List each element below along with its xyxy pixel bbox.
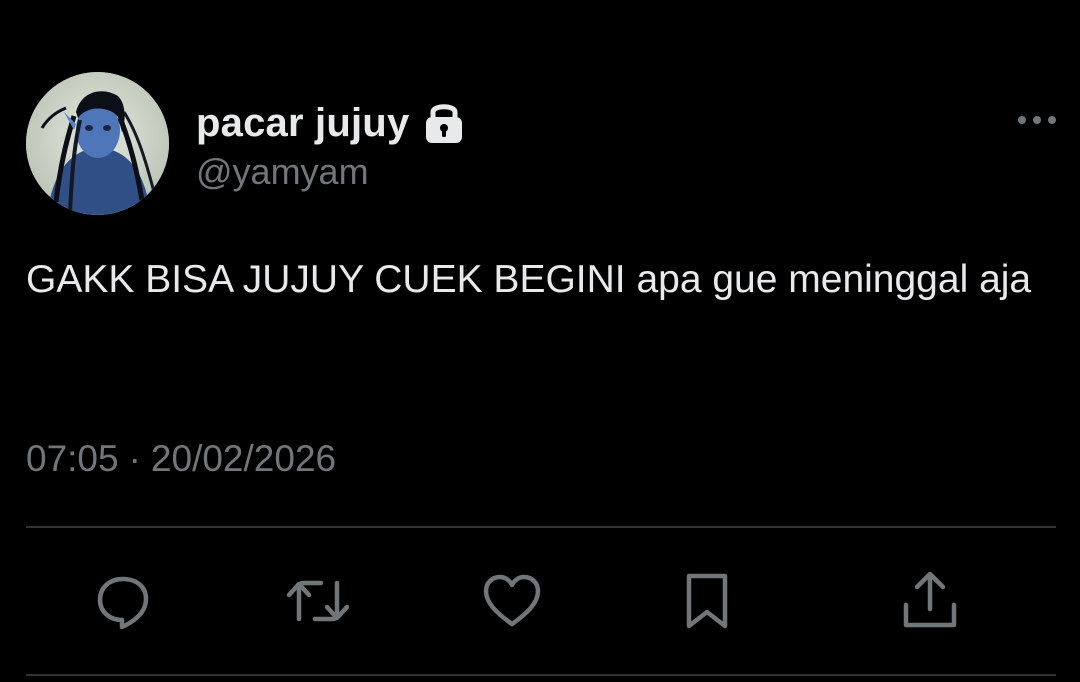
- avatar-image: [26, 72, 169, 215]
- avatar[interactable]: [26, 72, 169, 215]
- retweet-icon: [286, 580, 350, 622]
- author-name-row: pacar jujuy: [196, 98, 465, 148]
- tweet-date: 20/02/2026: [150, 438, 337, 479]
- more-options-button[interactable]: [1016, 106, 1058, 134]
- tweet-actions: [0, 566, 1080, 636]
- lock-icon: [423, 100, 465, 144]
- share-button[interactable]: [895, 566, 965, 636]
- like-button[interactable]: [477, 566, 547, 636]
- display-name[interactable]: pacar jujuy: [196, 101, 409, 146]
- heart-icon: [483, 574, 541, 627]
- share-icon: [903, 571, 957, 628]
- tweet-timestamp[interactable]: 07:05 · 20/02/2026: [26, 438, 336, 480]
- tweet-time: 07:05: [26, 438, 119, 479]
- reply-button[interactable]: [88, 566, 158, 636]
- tweet-text: GAKK BISA JUJUY CUEK BEGINI apa gue meni…: [26, 258, 1032, 301]
- bookmark-icon: [686, 573, 728, 629]
- divider-bottom: [26, 674, 1056, 676]
- username-handle[interactable]: @yamyam: [196, 151, 369, 193]
- retweet-button[interactable]: [283, 566, 353, 636]
- timestamp-separator: ·: [128, 438, 141, 479]
- reply-icon: [97, 576, 149, 630]
- divider: [26, 526, 1056, 528]
- bookmark-button[interactable]: [672, 566, 742, 636]
- tweet-detail: pacar jujuy @yamyam GAKK BISA JUJUY CUEK…: [0, 0, 1080, 682]
- more-horizontal-icon: [1018, 116, 1056, 124]
